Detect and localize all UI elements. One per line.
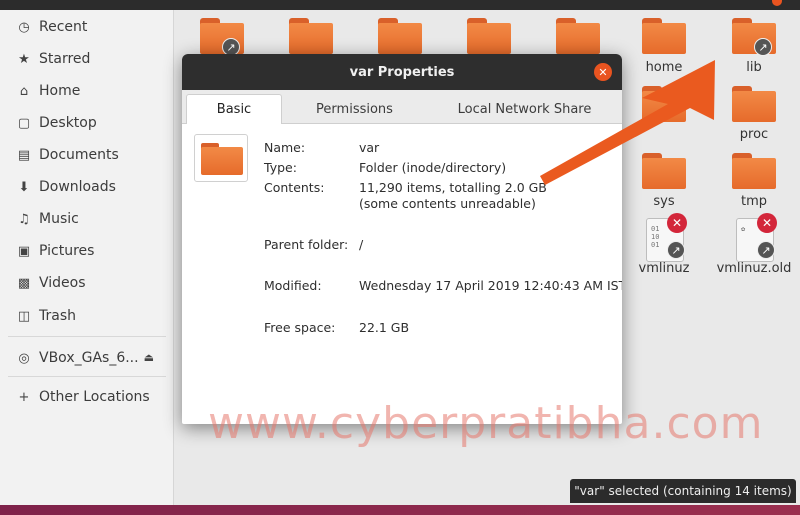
- file-label: sys: [653, 194, 675, 209]
- sidebar-divider: [8, 376, 166, 377]
- sidebar-item-label: VBox_GAs_6...: [39, 350, 139, 366]
- modified-value: Wednesday 17 April 2019 12:40:43 AM IST: [359, 278, 622, 293]
- sidebar-divider: [8, 336, 166, 337]
- home-icon: ⌂: [19, 83, 29, 99]
- sidebar-item-label: Downloads: [39, 179, 116, 195]
- picture-icon: ▣: [17, 243, 31, 259]
- video-icon: ▩: [17, 275, 31, 291]
- close-icon[interactable]: ✕: [594, 63, 612, 81]
- file-label: proc: [739, 127, 769, 142]
- trash-icon: ◫: [17, 308, 31, 324]
- sidebar-item-pictures[interactable]: ▣ Pictures: [0, 236, 174, 266]
- name-label: Name:: [264, 140, 306, 155]
- binary-file-icon[interactable]: ✿ ✕ ↗: [736, 213, 777, 262]
- clock-icon: ◷: [18, 19, 30, 35]
- dialog-title: var Properties: [182, 54, 622, 90]
- file-label: tmp: [740, 194, 767, 209]
- disc-icon: ◎: [18, 350, 30, 366]
- document-icon: ▤: [17, 147, 31, 163]
- sidebar-item-label: Music: [39, 211, 79, 227]
- sidebar-item-label: Videos: [39, 275, 86, 291]
- folder-icon[interactable]: [467, 18, 511, 54]
- download-icon: ⬇: [18, 179, 30, 195]
- sidebar: ◷ Recent ★ Starred ⌂ Home ▢ Desktop ▤ Do…: [0, 10, 174, 505]
- sidebar-item-label: Documents: [39, 147, 119, 163]
- sidebar-item-label: Starred: [39, 51, 91, 67]
- status-bar: "var" selected (containing 14 items): [570, 479, 796, 503]
- name-value[interactable]: var: [359, 140, 379, 155]
- sidebar-item-home[interactable]: ⌂ Home: [0, 76, 174, 106]
- link-icon: ↗: [757, 241, 775, 259]
- contents-value: 11,290 items, totalling 2.0 GB: [359, 180, 547, 195]
- modified-label: Modified:: [264, 278, 322, 293]
- folder-icon[interactable]: [556, 18, 600, 54]
- tab-permissions[interactable]: Permissions: [292, 94, 417, 124]
- sidebar-item-downloads[interactable]: ⬇ Downloads: [0, 172, 174, 202]
- sidebar-item-label: Other Locations: [39, 389, 150, 405]
- file-label: lib: [746, 60, 762, 75]
- folder-icon[interactable]: [289, 18, 333, 54]
- top-bar: [0, 0, 800, 10]
- file-label: home: [645, 60, 683, 75]
- sidebar-item-device[interactable]: ◎ VBox_GAs_6... ⏏: [0, 343, 174, 373]
- file-label: vmlinuz: [638, 261, 690, 276]
- folder-sys[interactable]: [642, 153, 686, 189]
- sidebar-item-documents[interactable]: ▤ Documents: [0, 140, 174, 170]
- sidebar-item-label: Home: [39, 83, 81, 99]
- properties-dialog: var Properties ✕ Basic Permissions Local…: [182, 54, 622, 424]
- sidebar-item-music[interactable]: ♫ Music: [0, 204, 174, 234]
- link-icon: ↗: [754, 38, 772, 56]
- sidebar-item-desktop[interactable]: ▢ Desktop: [0, 108, 174, 138]
- free-space-value: 22.1 GB: [359, 320, 410, 335]
- folder-icon[interactable]: [378, 18, 422, 54]
- sidebar-item-starred[interactable]: ★ Starred: [0, 44, 174, 74]
- eject-icon[interactable]: ⏏: [144, 351, 154, 364]
- plus-icon: +: [18, 389, 30, 405]
- folder-home[interactable]: [642, 18, 686, 54]
- folder-icon[interactable]: ↗: [200, 18, 244, 56]
- folder-icon[interactable]: [194, 134, 248, 182]
- tab-local-network-share[interactable]: Local Network Share: [442, 94, 607, 124]
- desktop-icon: ▢: [17, 115, 31, 131]
- dialog-tabs: Basic Permissions Local Network Share: [182, 90, 622, 124]
- unreadable-icon: ✕: [667, 213, 687, 233]
- type-value: Folder (inode/directory): [359, 160, 507, 175]
- contents-note: (some contents unreadable): [359, 196, 536, 211]
- sidebar-item-trash[interactable]: ◫ Trash: [0, 301, 174, 331]
- close-dot: [772, 0, 782, 6]
- star-icon: ★: [18, 51, 30, 67]
- tab-basic[interactable]: Basic: [186, 94, 282, 124]
- sidebar-item-label: Recent: [39, 19, 88, 35]
- parent-folder-label: Parent folder:: [264, 237, 349, 252]
- type-label: Type:: [264, 160, 297, 175]
- file-label: vmlinuz.old: [716, 261, 792, 276]
- parent-folder-value[interactable]: /: [359, 237, 363, 252]
- sidebar-item-other-locations[interactable]: + Other Locations: [0, 382, 174, 412]
- sidebar-item-label: Pictures: [39, 243, 95, 259]
- music-icon: ♫: [18, 211, 30, 227]
- binary-file-icon[interactable]: 01 10 01 ✕ ↗: [646, 213, 687, 262]
- free-space-label: Free space:: [264, 320, 336, 335]
- sidebar-item-label: Trash: [39, 308, 76, 324]
- folder-proc[interactable]: [732, 86, 776, 122]
- sidebar-item-videos[interactable]: ▩ Videos: [0, 268, 174, 298]
- folder-tmp[interactable]: [732, 153, 776, 189]
- watermark: www.cyberpratibha.com: [208, 398, 764, 449]
- contents-label: Contents:: [264, 180, 325, 195]
- unreadable-icon: ✕: [757, 213, 777, 233]
- link-icon: ↗: [667, 241, 685, 259]
- sidebar-item-label: Desktop: [39, 115, 97, 131]
- sidebar-item-recent[interactable]: ◷ Recent: [0, 12, 174, 42]
- folder-icon[interactable]: [642, 86, 686, 122]
- folder-lib[interactable]: ↗: [732, 18, 776, 56]
